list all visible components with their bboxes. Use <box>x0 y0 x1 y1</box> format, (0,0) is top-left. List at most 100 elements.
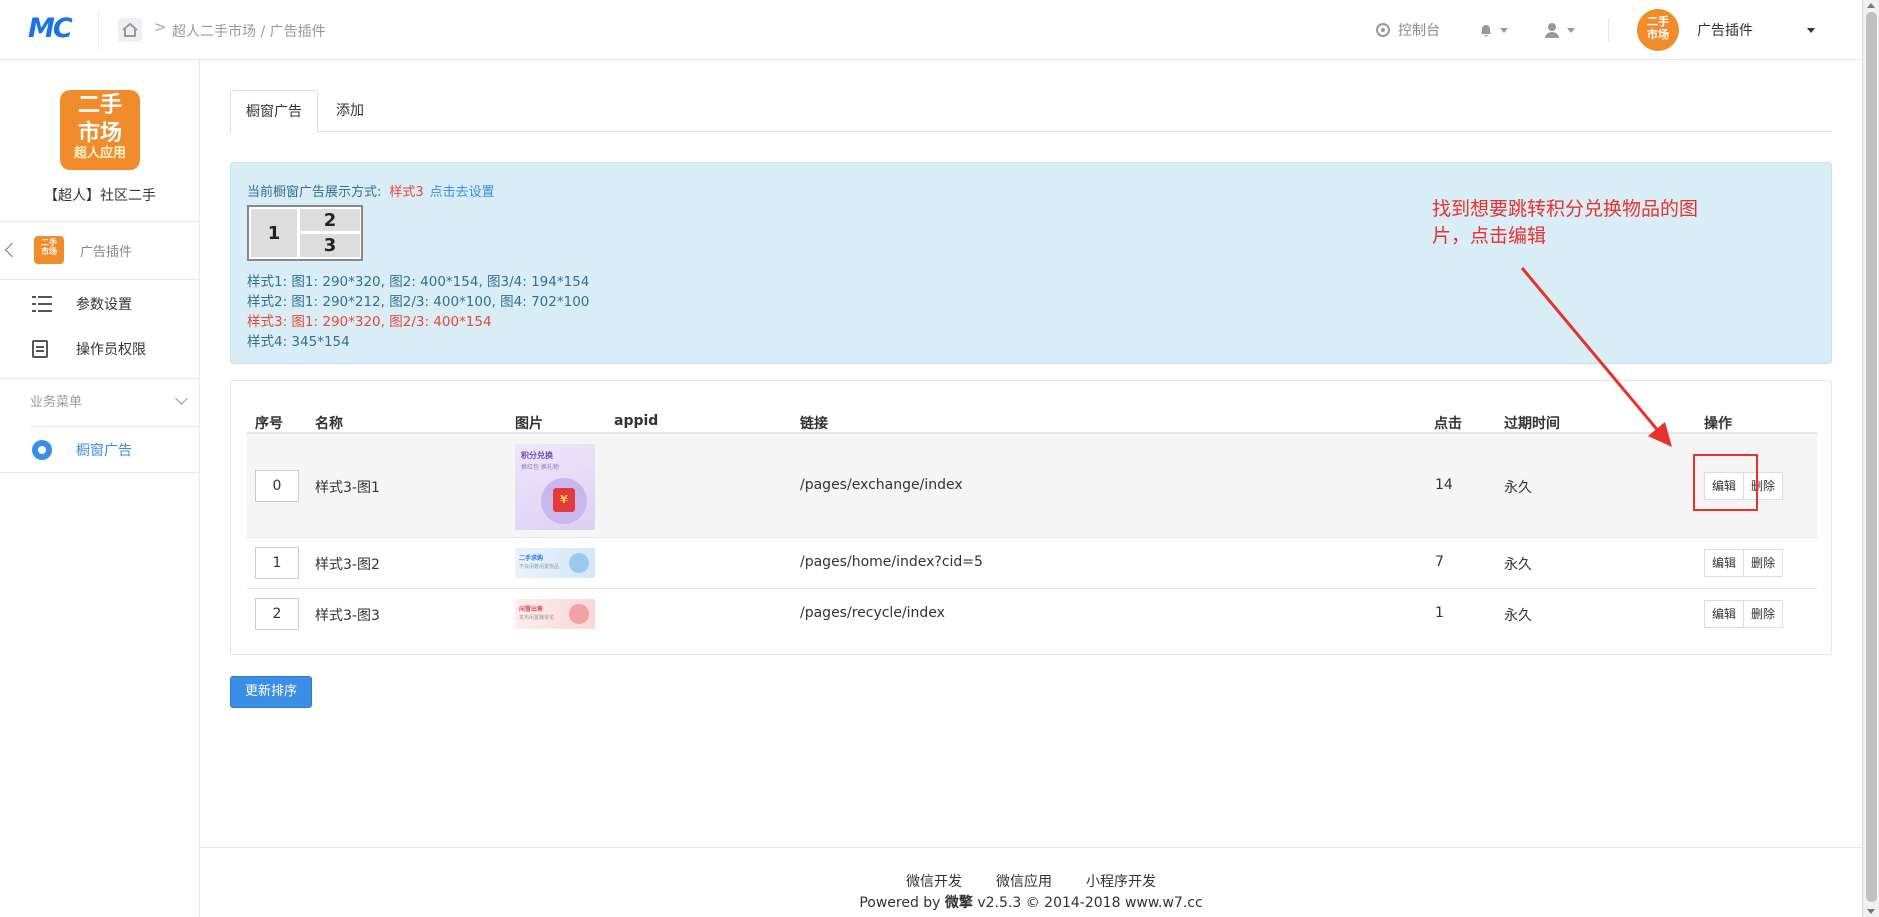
ad-thumbnail: 积分兑换 换红包 换礼物 ¥ <box>515 444 595 530</box>
current-style-prefix: 当前橱窗广告展示方式: <box>247 185 382 200</box>
vertical-scrollbar[interactable] <box>1862 0 1879 917</box>
ad-thumbnail: 二手求购 不会闲着闲置物品 <box>515 548 595 578</box>
divider <box>30 426 200 427</box>
scroll-up-arrow-icon[interactable] <box>1867 3 1875 8</box>
dashboard-icon <box>1376 23 1390 37</box>
breadcrumb-separator: > <box>154 18 167 36</box>
ad-expire: 永久 <box>1504 557 1532 573</box>
app-logo-line2: 市场 <box>77 121 122 146</box>
tab-bar: 橱窗广告 添加 <box>230 90 1832 133</box>
go-settings-link[interactable]: 点击去设置 <box>430 185 495 200</box>
sort-index-input[interactable]: 2 <box>255 598 299 630</box>
list-icon <box>32 294 52 314</box>
edit-document-icon <box>32 340 48 358</box>
ad-link: /pages/home/index?cid=5 <box>800 554 983 570</box>
table-row: 2 样式3-图3 闲置出售 发布闲置赚零花 /pages/recycle/ind… <box>247 589 1817 640</box>
col-header-clicks: 点击 <box>1434 416 1462 432</box>
row-actions: 编辑 删除 <box>1704 549 1784 577</box>
bell-icon <box>1481 25 1491 37</box>
divider <box>0 472 200 473</box>
footer-link-wechat-apps[interactable]: 微信应用 <box>996 871 1052 891</box>
current-style-value: 样式3 <box>389 185 424 200</box>
site-logo[interactable]: MC <box>28 13 73 44</box>
chevron-down-icon <box>175 391 188 405</box>
account-avatar: 二手 市场 <box>1637 9 1679 51</box>
tab-add[interactable]: 添加 <box>321 90 379 132</box>
app-name: 【超人】社区二手 <box>44 188 156 204</box>
app-logo-line3: 超人应用 <box>73 146 126 161</box>
col-header-image: 图片 <box>515 416 543 432</box>
ad-name: 样式3-图1 <box>315 480 380 496</box>
col-header-link: 链接 <box>800 416 828 432</box>
account-switcher[interactable]: 二手 市场 广告插件 <box>1637 0 1815 60</box>
layout-cell-3: 3 <box>299 233 361 258</box>
footer-links: 微信开发 微信应用 小程序开发 <box>200 871 1862 891</box>
footer-copyright: Powered by 微擎 v2.5.3 © 2014-2018 www.w7.… <box>859 895 1203 911</box>
sidebar-item-label: 橱窗广告 <box>76 443 132 459</box>
update-sort-button[interactable]: 更新排序 <box>230 676 312 708</box>
footer-divider <box>200 847 1862 848</box>
edit-button[interactable]: 编辑 <box>1704 549 1745 577</box>
ad-expire: 永久 <box>1504 480 1532 496</box>
sidebar-item-operator-permissions[interactable]: 操作员权限 <box>0 327 200 371</box>
account-name: 广告插件 <box>1697 23 1753 39</box>
annotation-text: 找到想要跳转积分兑换物品的图片，点击编辑 <box>1432 198 1699 247</box>
divider <box>0 279 200 280</box>
layout-preview: 1 2 3 <box>247 205 363 261</box>
layout-cell-2: 2 <box>299 208 361 232</box>
table-row: 1 样式3-图2 二手求购 不会闲着闲置物品 /pages/home/index… <box>247 538 1817 589</box>
sort-index-input[interactable]: 0 <box>255 470 299 502</box>
tab-window-ads[interactable]: 橱窗广告 <box>230 90 318 133</box>
console-link[interactable]: 控制台 <box>1376 0 1440 60</box>
divider <box>1608 18 1609 42</box>
sort-index-input[interactable]: 1 <box>255 547 299 579</box>
section-label: 业务菜单 <box>30 394 83 410</box>
console-label: 控制台 <box>1398 23 1440 39</box>
layout-cell-1: 1 <box>250 208 298 258</box>
chevron-down-icon <box>1567 27 1575 33</box>
red-envelope-icon: ¥ <box>553 488 575 512</box>
ad-thumbnail: 闲置出售 发布闲置赚零花 <box>515 599 595 629</box>
chevron-down-icon <box>1500 27 1508 33</box>
style-spec-2: 样式2: 图1: 290*212, 图2/3: 400*100, 图4: 702… <box>247 294 590 310</box>
ad-expire: 永久 <box>1504 608 1532 624</box>
col-header-index: 序号 <box>255 416 283 432</box>
sidebar-item-window-ads[interactable]: 橱窗广告 <box>0 428 200 472</box>
style-spec-3: 样式3: 图1: 290*320, 图2/3: 400*154 <box>247 314 492 330</box>
sidebar-item-settings[interactable]: 参数设置 <box>0 282 200 326</box>
ad-link: /pages/exchange/index <box>800 477 963 493</box>
plugin-label: 广告插件 <box>80 244 133 260</box>
scroll-down-arrow-icon[interactable] <box>1867 909 1875 914</box>
sidebar-section-business-menu[interactable]: 业务菜单 <box>0 380 200 420</box>
delete-button[interactable]: 删除 <box>1744 600 1784 628</box>
sidebar: 二手 市场 超人应用 【超人】社区二手 二手 市场 广告插件 参数设置 操作员权限… <box>0 60 200 917</box>
scroll-thumb[interactable] <box>1866 12 1877 902</box>
user-menu-button[interactable] <box>1543 0 1575 60</box>
caret-down-icon <box>1807 27 1815 33</box>
table-row: 0 样式3-图1 积分兑换 换红包 换礼物 ¥ /pages/exchange/… <box>247 434 1817 538</box>
divider <box>0 378 200 379</box>
col-header-name: 名称 <box>315 416 343 432</box>
divider <box>98 10 99 50</box>
top-bar: MC > 超人二手市场 / 广告插件 控制台 二手 市场 广告插件 <box>0 0 1862 60</box>
sidebar-plugin-back[interactable]: 二手 市场 广告插件 <box>0 222 200 278</box>
col-header-actions: 操作 <box>1704 416 1732 432</box>
chevron-left-icon[interactable] <box>4 242 20 258</box>
footer-link-miniprogram-dev[interactable]: 小程序开发 <box>1086 871 1156 891</box>
home-icon[interactable] <box>118 18 142 42</box>
notifications-button[interactable] <box>1478 0 1508 60</box>
ad-clicks: 1 <box>1435 605 1444 621</box>
current-style-line: 当前橱窗广告展示方式: 样式3 点击去设置 <box>247 181 495 200</box>
delete-button[interactable]: 删除 <box>1744 549 1784 577</box>
ad-link: /pages/recycle/index <box>800 605 945 621</box>
breadcrumb[interactable]: 超人二手市场 / 广告插件 <box>172 21 326 41</box>
annotation-highlight-box <box>1693 454 1758 511</box>
ad-name: 样式3-图3 <box>315 608 380 624</box>
col-header-expire: 过期时间 <box>1504 416 1560 432</box>
app-logo-line1: 二手 <box>77 93 122 118</box>
edit-button[interactable]: 编辑 <box>1704 600 1745 628</box>
footer-link-wechat-dev[interactable]: 微信开发 <box>906 871 962 891</box>
sidebar-item-label: 参数设置 <box>76 297 132 313</box>
row-actions: 编辑 删除 <box>1704 600 1784 628</box>
user-icon <box>1545 23 1559 38</box>
